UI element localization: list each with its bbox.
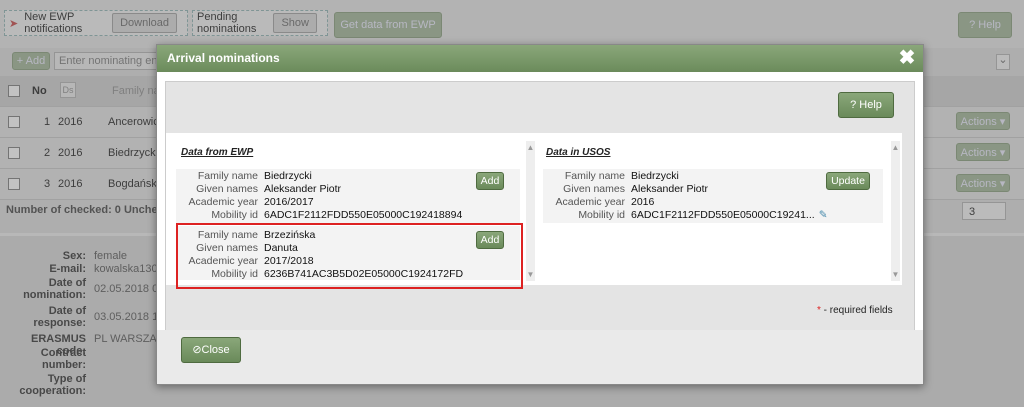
usos-record: Family name Biedrzycki Given names Aleksan… — [543, 169, 883, 223]
ewp-section-title: Data from EWP — [181, 147, 254, 158]
family-name-label: Family name — [564, 170, 625, 182]
arrival-nominations-dialog: Arrival nominations ✖ ? Help Data from E… — [156, 44, 924, 385]
mobility-id-value: 6ADC1F2112FDD550E05000C19241... — [631, 209, 815, 221]
family-name-label: Family name — [197, 170, 258, 182]
given-names-value: Aleksander Piotr — [264, 183, 342, 195]
academic-year-label: Academic year — [555, 196, 625, 208]
family-name-value: Biedrzycki — [631, 170, 679, 182]
dialog-footer: ⊘Close — [157, 330, 923, 384]
comparison-panel: Data from EWP Family name Biedrzycki Give… — [166, 133, 902, 289]
given-names-label: Given names — [196, 183, 258, 195]
dialog-title: Arrival nominations — [167, 51, 280, 65]
scroll-down-icon: ▼ — [526, 270, 535, 279]
highlight-box — [176, 223, 523, 289]
add-button[interactable]: Add — [476, 172, 504, 190]
given-names-label: Given names — [563, 183, 625, 195]
ewp-scrollbar[interactable]: ▲ ▼ — [526, 141, 535, 281]
usos-scrollbar[interactable]: ▲ ▼ — [891, 141, 900, 281]
scroll-up-icon: ▲ — [526, 143, 535, 152]
edit-icon[interactable]: ✎ — [819, 209, 828, 222]
help-button[interactable]: ? Help — [838, 92, 894, 118]
scroll-up-icon: ▲ — [891, 143, 900, 152]
required-note: * - required fields — [817, 305, 893, 316]
close-icon[interactable]: ✖ — [897, 48, 917, 68]
required-text: - required fields — [820, 305, 893, 316]
dialog-header: Arrival nominations — [157, 45, 923, 72]
mobility-id-label: Mobility id — [211, 209, 258, 221]
ewp-record: Family name Biedrzycki Given names Aleksan… — [176, 169, 520, 223]
family-name-value: Biedrzycki — [264, 170, 312, 182]
academic-year-value: 2016 — [631, 196, 655, 208]
close-button[interactable]: ⊘Close — [181, 337, 241, 363]
usos-section-title: Data in USOS — [546, 147, 611, 158]
mobility-id-value: 6ADC1F2112FDD550E05000C192418894 — [264, 209, 463, 221]
mobility-id-label: Mobility id — [578, 209, 625, 221]
academic-year-value: 2016/2017 — [264, 196, 314, 208]
scroll-down-icon: ▼ — [891, 270, 900, 279]
given-names-value: Aleksander Piotr — [631, 183, 709, 195]
update-button[interactable]: Update — [826, 172, 870, 190]
academic-year-label: Academic year — [188, 196, 258, 208]
